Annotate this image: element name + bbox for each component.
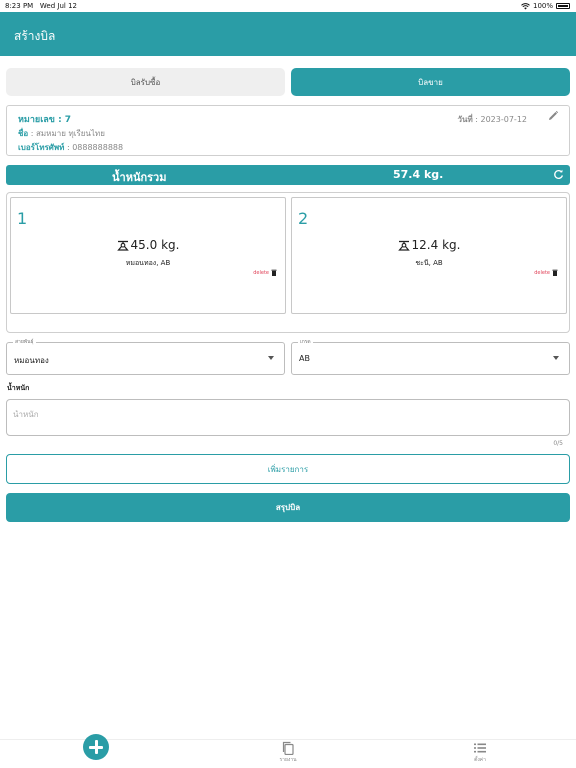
weight-char-counter: 0/5 (553, 440, 563, 447)
battery-icon (556, 3, 570, 9)
nav-report-label: รายงาน (279, 757, 297, 763)
customer-phone-row: เบอร์โทรศัพท์ : 0888888888 (18, 141, 123, 154)
bill-date-row: วันที่ : 2023-07-12 (457, 113, 527, 126)
customer-phone-value: : 0888888888 (64, 143, 124, 152)
scale-icon (397, 240, 410, 251)
wifi-icon (521, 2, 530, 9)
item-weight-row: 12.4 kg. (292, 238, 566, 252)
item-card[interactable]: 2 12.4 kg. ชะนี, AB delete (291, 197, 567, 314)
durian-type-select[interactable]: สายพันธุ์ หมอนทอง (6, 338, 285, 375)
weight-field-title: น้ำหนัก (7, 384, 30, 392)
bill-type-tabs: บิลรับซื้อ บิลขาย (6, 68, 570, 96)
customer-name-row: ชื่อ : สมหมาย ทุเรียนไทย (18, 127, 105, 140)
total-weight-value: 57.4 kg. (393, 168, 444, 181)
durian-type-value: หมอนทอง (14, 356, 49, 365)
item-description: หมอนทอง, AB (125, 259, 171, 267)
customer-phone-label: เบอร์โทรศัพท์ (18, 143, 65, 152)
copy-icon (282, 741, 294, 755)
total-weight-bar: น้ำหนักรวม 57.4 kg. (6, 165, 570, 185)
edit-icon[interactable] (547, 110, 559, 122)
app-bar: สร้างบิล (0, 12, 576, 56)
customer-name-label: ชื่อ (18, 129, 29, 138)
refresh-icon[interactable] (553, 169, 564, 180)
customer-name-value: : สมหมาย ทุเรียนไทย (28, 129, 105, 138)
item-weight-row: 45.0 kg. (11, 238, 285, 252)
bill-number: หมายเลข : 7 (18, 115, 72, 125)
grade-select[interactable]: เกรด AB (291, 338, 570, 375)
weight-input-box[interactable] (6, 399, 570, 436)
delete-item-button[interactable]: delete (253, 269, 277, 276)
bill-date-label: วันที่ (457, 115, 473, 124)
trash-icon (271, 269, 277, 276)
bill-date-value: : 2023-07-12 (472, 115, 527, 124)
tab-sale-bill[interactable]: บิลขาย (291, 68, 570, 96)
item-weight: 45.0 kg. (130, 238, 180, 252)
chevron-down-icon (553, 356, 559, 360)
status-time: 8:23 PM (5, 2, 34, 10)
tab-purchase-bill[interactable]: บิลรับซื้อ (6, 68, 285, 96)
trash-icon (552, 269, 558, 276)
nav-settings-label: ตั้งค่า (474, 757, 486, 763)
page-title: สร้างบิล (14, 29, 56, 43)
grade-label: เกรด (298, 338, 313, 346)
delete-label: delete (534, 269, 550, 276)
nav-settings[interactable]: ตั้งค่า (460, 741, 500, 764)
status-date: Wed Jul 12 (39, 2, 77, 10)
bill-info-card: หมายเลข : 7 ชื่อ : สมหมาย ทุเรียนไทย เบอ… (6, 105, 570, 156)
item-card[interactable]: 1 45.0 kg. หมอนทอง, AB delete (10, 197, 286, 314)
add-bill-fab[interactable] (83, 734, 109, 760)
grade-value: AB (299, 354, 310, 363)
summarize-bill-button[interactable]: สรุปบิล (6, 493, 570, 522)
status-right: 100% (521, 2, 570, 10)
weight-input[interactable] (13, 410, 553, 419)
list-icon (474, 743, 486, 753)
add-item-button[interactable]: เพิ่มรายการ (6, 454, 570, 484)
status-bar: 8:23 PM Wed Jul 12 100% (0, 0, 576, 12)
total-weight-label: น้ำหนักรวม (112, 171, 167, 184)
scale-icon (116, 240, 129, 251)
nav-report[interactable]: รายงาน (268, 741, 308, 764)
delete-item-button[interactable]: delete (534, 269, 558, 276)
item-description: ชะนี, AB (415, 259, 443, 267)
item-index: 2 (298, 209, 309, 228)
item-weight: 12.4 kg. (411, 238, 461, 252)
status-time-date: 8:23 PM Wed Jul 12 (5, 2, 77, 10)
item-index: 1 (17, 209, 28, 228)
chevron-down-icon (268, 356, 274, 360)
items-panel: 1 45.0 kg. หมอนทอง, AB delete 2 12.4 kg.… (6, 192, 570, 333)
durian-type-label: สายพันธุ์ (13, 338, 36, 346)
battery-percent: 100% (532, 2, 553, 10)
delete-label: delete (253, 269, 269, 276)
